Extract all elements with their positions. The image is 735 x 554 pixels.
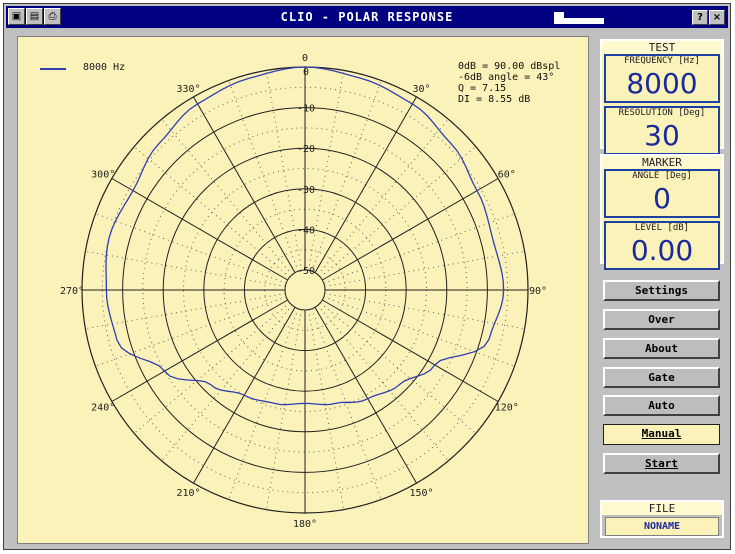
- marker-panel: MARKER ANGLE [Deg] 0 LEVEL [dB] 0.00: [600, 154, 724, 270]
- angle-tick-label: 120°: [495, 403, 519, 414]
- legend-label: 8000 Hz: [83, 62, 126, 73]
- frequency-label: FREQUENCY [Hz]: [624, 56, 700, 66]
- auto-button-label: Auto: [648, 399, 675, 412]
- file-panel: FILE NONAME: [600, 500, 724, 538]
- level-label: LEVEL [dB]: [634, 223, 690, 233]
- major-grid-spoke: [111, 178, 288, 281]
- info-0db: 0dB = 90.00 dBspl: [458, 61, 561, 72]
- start-button-label: Start: [644, 457, 679, 470]
- about-button[interactable]: About: [603, 338, 720, 359]
- window-title: CLIO - POLAR RESPONSE: [280, 10, 454, 24]
- angle-tick-label: 90°: [529, 286, 547, 297]
- gate-button[interactable]: Gate: [603, 367, 720, 388]
- angle-tick-label: 270°: [60, 286, 84, 297]
- angle-tick-label: 240°: [91, 403, 115, 414]
- major-grid-spoke: [322, 299, 499, 402]
- frequency-value: 8000: [626, 67, 698, 100]
- minor-grid-spoke: [307, 70, 345, 271]
- start-button[interactable]: Start: [603, 453, 720, 474]
- angle-box[interactable]: ANGLE [Deg] 0: [604, 169, 720, 218]
- manual-button-label: Manual: [641, 427, 682, 440]
- angle-tick-label: 180°: [293, 519, 317, 530]
- test-panel: TEST FREQUENCY [Hz] 8000 RESOLUTION [Deg…: [600, 39, 724, 155]
- minor-grid-spoke: [307, 309, 345, 510]
- manual-button[interactable]: Manual: [603, 424, 720, 445]
- file-name[interactable]: NONAME: [605, 517, 719, 536]
- title-bar-indicator-inner: [564, 9, 604, 18]
- radial-tick-label: -50: [297, 266, 315, 277]
- minor-grid-spoke: [133, 146, 291, 278]
- minor-grid-spoke: [324, 250, 525, 288]
- over-button[interactable]: Over: [603, 309, 720, 330]
- minor-grid-spoke: [319, 302, 477, 434]
- legend-swatch: [40, 68, 66, 70]
- settings-button[interactable]: Settings: [603, 280, 720, 301]
- about-button-label: About: [644, 342, 679, 355]
- angle-tick-label: 330°: [176, 84, 200, 95]
- minor-grid-spoke: [317, 118, 449, 276]
- clio-window: ▣ ▤ ⎙ CLIO - POLAR RESPONSE ? × 0 30° 60° 9…: [3, 3, 731, 550]
- info-6db-angle: -6dB angle = 43°: [458, 72, 555, 83]
- major-grid-spoke: [193, 96, 296, 273]
- radial-tick-label: -30: [297, 185, 315, 196]
- radial-tick-label: -20: [297, 144, 315, 155]
- major-grid-spoke: [322, 178, 499, 281]
- frequency-box[interactable]: FREQUENCY [Hz] 8000: [604, 54, 720, 103]
- minor-grid-spoke: [85, 250, 286, 288]
- minor-grid-spoke: [319, 146, 477, 278]
- angle-tick-label: 210°: [176, 488, 200, 499]
- polar-plot-area: 0 30° 60° 90° 120° 150° 180° 210° 240° 270° 300° 33…: [17, 36, 589, 544]
- angle-tick-label: 300°: [91, 170, 115, 181]
- radial-tick-label: 0: [303, 67, 309, 78]
- angle-value: 0: [653, 182, 671, 215]
- major-grid-spoke: [314, 96, 417, 273]
- angle-tick-label: 30°: [412, 84, 430, 95]
- info-q: Q = 7.15: [458, 83, 507, 94]
- auto-button[interactable]: Auto: [603, 395, 720, 416]
- angle-tick-label: 150°: [409, 488, 433, 499]
- major-grid-spoke: [111, 299, 288, 402]
- minor-grid-spoke: [265, 309, 303, 510]
- resolution-box[interactable]: RESOLUTION [Deg] 30: [604, 106, 720, 155]
- angle-tick-label: 60°: [498, 170, 516, 181]
- marker-panel-title: MARKER: [602, 156, 722, 169]
- info-di: DI = 8.55 dB: [458, 94, 531, 105]
- measurement-info: 0dB = 90.00 dBspl -6dB angle = 43° Q = 7.1…: [458, 61, 560, 105]
- resolution-label: RESOLUTION [Deg]: [618, 108, 706, 118]
- resolution-value: 30: [644, 119, 680, 152]
- close-button[interactable]: ×: [709, 10, 725, 25]
- polar-chart: 0 30° 60° 90° 120° 150° 180° 210° 240° 270° 300° 33…: [60, 53, 547, 530]
- level-box[interactable]: LEVEL [dB] 0.00: [604, 221, 720, 270]
- angle-tick-label: 0: [302, 53, 308, 64]
- settings-button-label: Settings: [635, 284, 688, 297]
- test-panel-title: TEST: [602, 41, 722, 54]
- over-button-label: Over: [648, 313, 675, 326]
- help-button[interactable]: ?: [692, 10, 708, 25]
- angle-label: ANGLE [Deg]: [632, 171, 692, 181]
- radial-tick-label: -40: [297, 225, 315, 236]
- major-grid-spoke: [314, 307, 417, 484]
- minor-grid-spoke: [133, 302, 291, 434]
- level-value: 0.00: [630, 234, 694, 267]
- minor-grid-spoke: [161, 118, 293, 276]
- gate-button-label: Gate: [648, 371, 675, 384]
- minor-grid-spoke: [265, 70, 303, 271]
- radial-tick-label: -10: [297, 104, 315, 115]
- file-panel-title: FILE: [602, 502, 722, 515]
- title-bar: ▣ ▤ ⎙ CLIO - POLAR RESPONSE ? ×: [6, 6, 728, 28]
